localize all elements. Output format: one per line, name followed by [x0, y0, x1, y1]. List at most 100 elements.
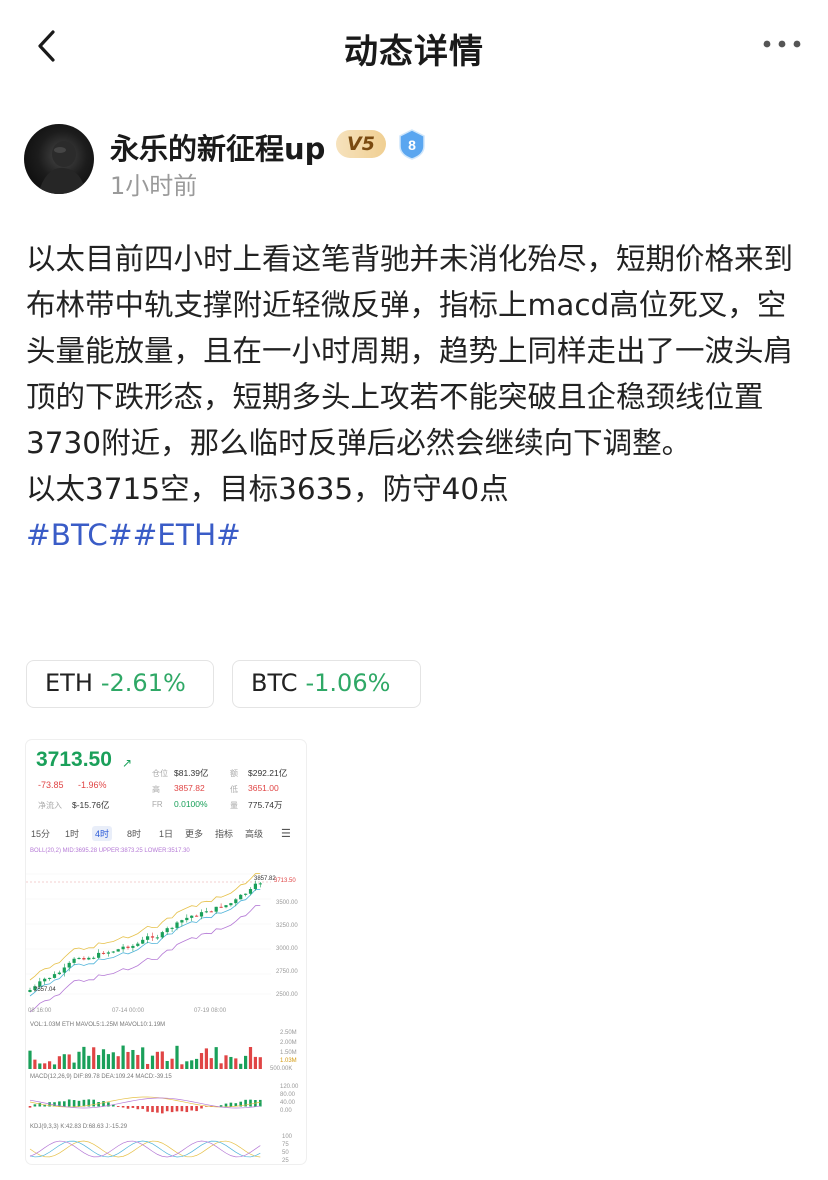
volume-bar	[244, 1055, 248, 1069]
volume-bar	[229, 1056, 233, 1069]
advanced-tab[interactable]: 高级	[242, 826, 266, 841]
date-axis-label: 07-14 00:00	[112, 1008, 145, 1014]
volume-bar	[38, 1063, 42, 1069]
timeframe-more[interactable]: 更多	[182, 826, 206, 841]
macd-bar	[131, 1106, 135, 1108]
candle-body	[234, 899, 238, 904]
candle-body	[170, 927, 174, 929]
candle-body	[28, 989, 32, 992]
candle-body	[239, 894, 243, 900]
post-tags[interactable]: #BTC##ETH#	[26, 512, 806, 558]
candle-body	[97, 952, 101, 958]
volume-bar	[92, 1047, 96, 1069]
macd-bar	[259, 1099, 262, 1107]
macd-bar	[170, 1106, 174, 1113]
candle-body	[38, 981, 42, 987]
price-axis-label: 3000.00	[276, 946, 298, 952]
boll-legend: BOLL(20,2) MID:3695.28 UPPER:3873.25 LOW…	[30, 848, 190, 854]
volume-bar	[136, 1054, 140, 1069]
candle-body	[92, 957, 96, 959]
kdj-axis-label: 100	[282, 1134, 293, 1140]
post-time: 1小时前	[110, 172, 198, 200]
volume-bar	[82, 1046, 86, 1069]
stat-value: 775.74万	[248, 800, 283, 810]
volume-bar	[146, 1063, 150, 1069]
chart-settings-icon[interactable]: ☰	[278, 826, 294, 841]
macd-bar	[190, 1106, 193, 1111]
level-number: 8	[408, 137, 416, 153]
chart-price: 3713.50	[36, 748, 112, 771]
macd-bar	[33, 1104, 37, 1107]
macd-bar	[116, 1106, 120, 1107]
timeframe-8h[interactable]: 8时	[124, 826, 144, 841]
post-trade-line: 以太3715空，目标3635，防守40点	[26, 472, 509, 506]
volume-bar	[97, 1055, 101, 1069]
volume-bar	[209, 1058, 213, 1069]
volume-bar	[165, 1060, 169, 1069]
candle-body	[248, 889, 253, 894]
volume-bar	[258, 1057, 262, 1069]
timeframe-1h[interactable]: 1时	[62, 826, 82, 841]
candle-body	[48, 977, 52, 979]
macd-bar	[224, 1103, 228, 1107]
post-paragraph: 以太目前四小时上看这笔背驰并未消化殆尽，短期价格来到布林带中轨支撑附近轻微反弹，…	[26, 242, 794, 460]
volume-bar	[199, 1053, 204, 1069]
candle-body	[204, 911, 208, 913]
timeframe-15m[interactable]: 15分	[28, 826, 53, 841]
volume-bar	[57, 1056, 61, 1069]
stat-value: $81.39亿	[174, 768, 209, 778]
price-axis-label: 2500.00	[276, 992, 298, 998]
candle-body	[77, 958, 81, 960]
candle-body	[185, 917, 189, 921]
author-header: 永乐的新征程up V5 8 1小时前	[24, 124, 804, 200]
volume-bar	[111, 1052, 115, 1069]
volume-bar	[48, 1061, 52, 1069]
macd-bar	[151, 1106, 154, 1113]
macd-bar	[161, 1106, 164, 1114]
volume-bar	[87, 1055, 91, 1069]
candle-body	[160, 932, 164, 938]
more-options-icon[interactable]	[762, 34, 802, 54]
chart-image[interactable]: 3713.50 ↗ -73.85 -1.96% 净流入 $-15.76亿 仓位 …	[26, 740, 306, 1164]
candle-body	[219, 906, 223, 908]
volume-bar	[170, 1058, 174, 1069]
stat-label: 高	[152, 785, 160, 794]
volume-bar	[101, 1049, 106, 1069]
chart-change-pct: -1.96%	[78, 780, 107, 790]
timeframe-4h[interactable]: 4时	[92, 826, 113, 841]
candle-body	[72, 958, 76, 963]
volume-bar	[160, 1051, 164, 1069]
avatar[interactable]	[24, 124, 94, 194]
volume-bar	[239, 1063, 243, 1069]
timeframe-1d[interactable]: 1日	[156, 826, 176, 841]
macd-bar	[102, 1101, 105, 1107]
kdj-legend: KDJ(9,3,3) K:42.83 D:68.63 J:-15.29	[30, 1124, 128, 1130]
candle-body	[121, 946, 125, 950]
ticker-chip-eth[interactable]: ETH -2.61%	[26, 660, 214, 708]
candle-body	[116, 949, 120, 952]
stat-label: FR	[152, 800, 163, 809]
candle-body	[214, 906, 218, 912]
post-content: 以太目前四小时上看这笔背驰并未消化殆尽，短期价格来到布林带中轨支撑附近轻微反弹，…	[26, 236, 806, 558]
candle-body	[175, 922, 179, 928]
author-name[interactable]: 永乐的新征程up	[110, 126, 325, 168]
macd-bar	[121, 1106, 125, 1108]
macd-bar	[229, 1102, 233, 1107]
vol-axis-label: 500.00K	[270, 1066, 293, 1072]
volume-bar	[224, 1055, 228, 1069]
indicators-tab[interactable]: 指标	[212, 826, 236, 841]
macd-axis-label: 40.00	[280, 1100, 296, 1106]
kdj-axis-label: 25	[282, 1158, 289, 1164]
volume-bar	[141, 1047, 145, 1069]
candle-body	[141, 939, 145, 944]
vol-axis-label: 2.50M	[280, 1030, 297, 1036]
candle-body	[224, 905, 228, 908]
price-axis-label: 3250.00	[276, 923, 298, 929]
candle-body	[229, 903, 233, 906]
candle-body	[106, 952, 110, 954]
kdj-axis-label: 50	[282, 1150, 289, 1156]
kdj-line	[29, 1140, 261, 1158]
ticker-symbol: BTC	[251, 669, 298, 697]
candle-body	[155, 937, 159, 939]
ticker-chip-btc[interactable]: BTC -1.06%	[232, 660, 421, 708]
